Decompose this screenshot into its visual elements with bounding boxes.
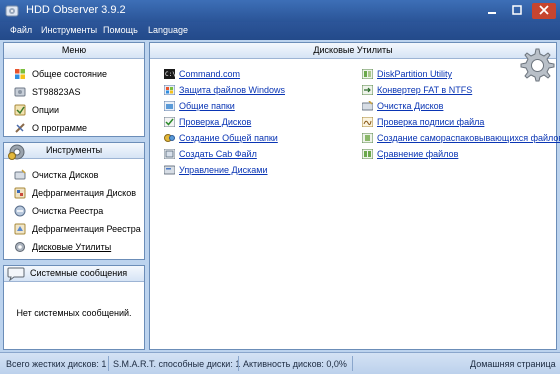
minimize-button[interactable] [481, 3, 503, 19]
about-icon [15, 123, 25, 133]
status-disk-activity: Активность дисков: 0,0% [243, 359, 347, 369]
menu-panel-header: Меню [4, 43, 144, 59]
messages-panel-title: Системные сообщения [30, 268, 128, 278]
main-panel-title: Дисковые Утилиты [313, 45, 393, 55]
shared-folder-icon [164, 101, 175, 111]
tools-panel-header: Инструменты [4, 143, 144, 160]
svg-text:C:\: C:\ [165, 71, 175, 78]
menu-item-label: Общее состояние [32, 69, 107, 79]
disk-utilities-panel: Дисковые Утилиты C:\ Command.com Защита … [149, 42, 560, 350]
converter-icon [362, 85, 373, 95]
maximize-icon [512, 5, 522, 15]
home-page-link[interactable]: Домашняя страница [470, 359, 556, 369]
status-bar: Всего жестких дисков: 1 S.M.A.R.T. спосо… [0, 352, 560, 374]
gear-icon [15, 242, 25, 252]
util-link-label: Очистка Дисков [377, 101, 444, 111]
tools-item-label: Дефрагментация Реестра [32, 224, 141, 234]
status-separator [352, 356, 353, 371]
messages-panel-header: Системные сообщения [4, 266, 144, 282]
title-bar: HDD Observer 3.9.2 [0, 0, 560, 22]
util-link-label: Создание самораспаковывающихся файлов [377, 133, 560, 143]
util-link-label: DiskPartition Utility [377, 69, 453, 79]
util-link-label: Создание Общей папки [179, 133, 278, 143]
util-link-label: Проверка Дисков [179, 117, 252, 127]
maximize-button[interactable] [506, 3, 528, 19]
menu-panel-title: Меню [61, 45, 87, 55]
menu-bar: Файл Инструменты Помощь Language [0, 22, 560, 40]
util-link-label: Command.com [179, 69, 241, 79]
menu-item-label: О программе [32, 123, 88, 133]
status-separator [108, 356, 109, 371]
util-link-label: Сравнение файлов [377, 149, 459, 159]
window-title: HDD Observer 3.9.2 [26, 4, 126, 16]
status-total-disks: Всего жестких дисков: 1 [6, 359, 107, 369]
app-icon [5, 5, 19, 17]
close-button[interactable] [532, 3, 556, 19]
options-icon [14, 104, 26, 116]
util-link-label: Создать Cab Файл [179, 149, 257, 159]
disk-cleanup-icon [362, 101, 373, 111]
cab-file-icon [164, 149, 175, 159]
windows-logo-icon [15, 69, 25, 79]
tools-panel: Инструменты Очистка Дисков Дефрагментаци… [3, 142, 145, 260]
hard-disk-icon [14, 87, 26, 97]
defrag-icon [14, 187, 26, 199]
menu-tools[interactable]: Инструменты [41, 25, 97, 35]
util-link-label: Проверка подписи файла [377, 117, 485, 127]
menu-file[interactable]: Файл [10, 25, 32, 35]
disk-cleanup-icon [14, 169, 26, 180]
tools-item-label: Очистка Дисков [32, 170, 99, 180]
util-link-label: Конвертер FAT в NTFS [377, 85, 473, 95]
menu-item-label: ST98823AS [32, 87, 81, 97]
util-link-label: Общие папки [179, 101, 235, 111]
messages-panel: Системные сообщения Нет системных сообще… [3, 265, 145, 350]
message-icon [7, 267, 25, 281]
registry-defrag-icon [14, 223, 26, 235]
tools-item-label: Дисковые Утилиты [32, 242, 112, 252]
status-separator [238, 356, 239, 371]
create-share-icon [164, 134, 175, 142]
messages-text: Нет системных сообщений. [16, 308, 132, 318]
partition-icon [362, 69, 373, 79]
tools-panel-title: Инструменты [45, 145, 103, 155]
disk-management-icon [164, 165, 175, 175]
menu-help[interactable]: Помощь [103, 25, 138, 35]
close-icon [539, 5, 549, 15]
compare-icon [362, 149, 373, 159]
minimize-icon [488, 12, 496, 14]
tools-gear-icon [8, 144, 25, 160]
registry-clean-icon [14, 205, 26, 217]
tools-item-label: Дефрагментация Дисков [32, 188, 136, 198]
signature-icon [362, 117, 373, 127]
util-link-label: Защита файлов Windows [179, 85, 285, 95]
self-extract-icon [362, 133, 373, 143]
util-link-label: Управление Дисками [179, 165, 268, 175]
console-icon: C:\ [164, 69, 175, 79]
status-smart-disks: S.M.A.R.T. способные диски: 1 [113, 359, 241, 369]
menu-language[interactable]: Language [148, 25, 188, 35]
tools-item-label: Очистка Реестра [32, 206, 104, 216]
menu-panel: Меню Общее состояние ST98823AS Опции О п… [3, 42, 145, 137]
large-gear-icon [520, 48, 555, 82]
shield-icon [164, 85, 175, 95]
check-disk-icon [164, 117, 175, 127]
menu-item-label: Опции [32, 105, 60, 115]
main-panel-header: Дисковые Утилиты [150, 43, 556, 59]
